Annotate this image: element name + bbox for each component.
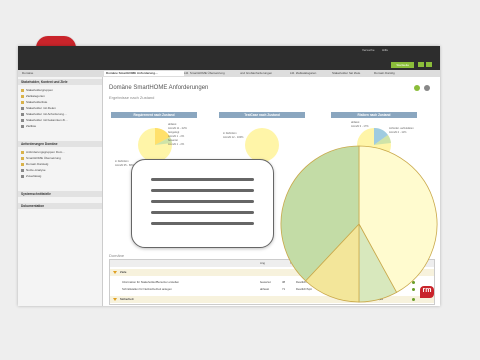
list-line: [151, 222, 254, 225]
folder-icon: [21, 157, 24, 160]
sidebar-section-stakeholder[interactable]: Stakeholder, Kontext und Ziele: [18, 79, 102, 85]
tree-icon: [21, 175, 24, 178]
tree-icon: [21, 119, 24, 122]
sidebar-item[interactable]: Anforderungsgruppen Dom...: [26, 150, 65, 154]
page-title: Domäne SmartHOME Anforderungen: [109, 85, 209, 91]
sidebar-section-systemschnittstelle[interactable]: Systemschnittstelle: [18, 191, 102, 197]
home-icon[interactable]: [418, 62, 424, 67]
chart-label: abfasst: [351, 121, 360, 124]
tab-domaene[interactable]: Domäne: [20, 71, 56, 76]
sidebar-item[interactable]: Stakeholder mit Anforderung...: [26, 112, 67, 116]
sidebar-item[interactable]: Stakeholder mit bekannten Zi...: [26, 118, 68, 122]
group-label: Ziele: [120, 270, 127, 274]
folder-icon: [21, 89, 24, 92]
settings-icon[interactable]: [424, 85, 430, 91]
folder-icon: [21, 101, 24, 104]
list-callout: [131, 159, 274, 248]
chart-label: abfasst: [168, 123, 177, 126]
zoom-pie-chart: [280, 145, 438, 303]
sidebar-item[interactable]: Domain Darstelg: [26, 162, 48, 166]
tab-stakeholder-ziele[interactable]: Stakeholder hat Ziele: [330, 71, 374, 76]
tree-icon: [21, 169, 24, 172]
tree-icon: [21, 107, 24, 110]
chart-label: Anzahl 12 - 100%: [223, 136, 244, 139]
tab-smarthome-uebersetzung[interactable]: Lfd. SmartHOME Übersetzung: [182, 71, 240, 76]
sidebar-item[interactable]: SmartHOME Übersetzung: [26, 156, 61, 160]
app-logo-small: rm: [420, 286, 434, 298]
tree-icon: [21, 125, 24, 128]
sidebar-item[interactable]: Zuverlässig: [26, 174, 41, 178]
refresh-icon[interactable]: [414, 85, 420, 91]
chart-label: bewertet: [168, 139, 178, 142]
sidebar-section-anforderungen[interactable]: Anforderungen Domäne: [18, 141, 102, 147]
sidebar-item[interactable]: Nutze-Analyse: [26, 168, 46, 172]
list-line: [151, 178, 254, 181]
list-line: [151, 200, 254, 203]
row-status: bewertet: [260, 280, 271, 284]
chart-label: Anzahl 1 - 2%: [168, 135, 185, 138]
list-line: [151, 211, 254, 214]
folder-icon: [21, 163, 24, 166]
folder-icon: [21, 95, 24, 98]
sidebar-item[interactable]: Stakeholdergruppen: [26, 88, 53, 92]
menu-item-hilfe[interactable]: Hilfe: [382, 48, 388, 52]
tab-zielkatalog[interactable]: Lfd. Zielkatalogaren: [288, 71, 332, 76]
list-line: [151, 189, 254, 192]
sidebar-item[interactable]: Stakeholder mit Zielen: [26, 106, 56, 110]
top-bar: Versuche Hilfe Startseite: [18, 46, 440, 70]
tab-grossanforderungen[interactable]: und Großanforderungen: [238, 71, 290, 76]
sidebar-item[interactable]: Zielkategorien: [26, 94, 45, 98]
folder-icon: [21, 151, 24, 154]
row-status: abfasst: [260, 287, 270, 291]
sidebar: Stakeholder, Kontext und Ziele Stakehold…: [18, 77, 103, 306]
chart-label: Anzahl 1 - 2%: [168, 143, 185, 146]
start-button[interactable]: Startseite: [391, 62, 414, 68]
logo-small-text: rm: [422, 287, 432, 294]
row-text: Schnittstellen für Netzsicherheit anlege…: [122, 287, 172, 291]
chart-label: Anzahl 3 - 17%: [351, 125, 369, 128]
sidebar-section-dokumentation[interactable]: Dokumentation: [18, 203, 102, 209]
chart-label: Anforder. aufzuklären: [389, 127, 414, 130]
sidebar-item[interactable]: Stakeholderliste: [26, 100, 47, 104]
tree-icon: [21, 113, 24, 116]
menu-item-versuche[interactable]: Versuche: [362, 48, 375, 52]
chart-label: Anzahl 11 - 22%: [168, 127, 187, 130]
page-subtitle: Ergebnisse nach Zustand: [109, 95, 155, 100]
chart-label: in Definition: [115, 160, 129, 163]
tab-smarthome-anforderung[interactable]: Domäne SmartHOME Anforderung...: [104, 71, 184, 76]
sidebar-item[interactable]: Zielliste: [26, 124, 36, 128]
domain-section-header: Domäne: [109, 253, 125, 258]
row-text: Information für Stakeholder/Benutzer ers…: [122, 280, 180, 284]
chart-label: Anzahl 2 - 11%: [389, 131, 407, 134]
tab-domain-darstellung[interactable]: Domain Darstlg: [372, 71, 416, 76]
expand-icon[interactable]: [113, 298, 117, 301]
group-label: Sicherheit: [120, 297, 134, 301]
chart-label: in Definition: [223, 132, 237, 135]
expand-icon[interactable]: [113, 271, 117, 274]
column-header[interactable]: Ang: [260, 260, 265, 267]
chart-label: festgelegt: [168, 131, 180, 134]
grid-icon[interactable]: [426, 62, 432, 67]
